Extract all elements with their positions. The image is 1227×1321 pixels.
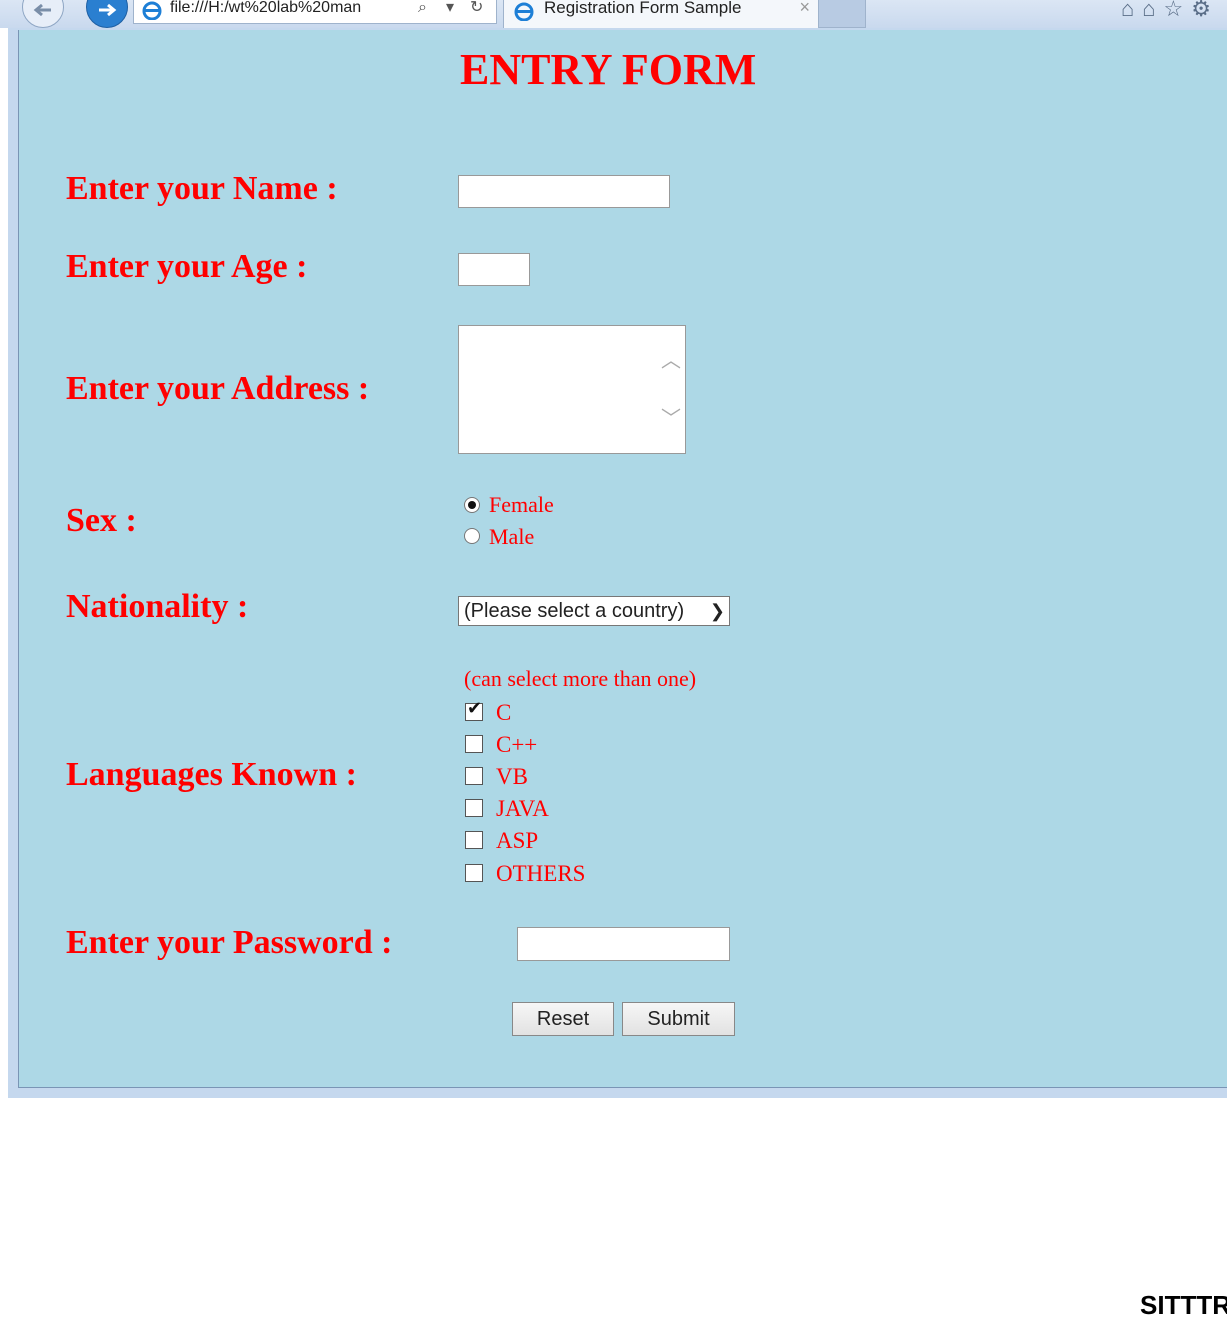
back-button[interactable] bbox=[22, 0, 64, 28]
checkmark-icon: ✔ bbox=[467, 698, 483, 718]
languages-label: Languages Known : bbox=[66, 756, 357, 793]
age-label: Enter your Age : bbox=[66, 248, 308, 285]
address-label: Enter your Address : bbox=[66, 370, 370, 407]
toolbar-icons: ⌂⌂☆⚙ bbox=[1121, 0, 1219, 22]
nationality-label: Nationality : bbox=[66, 588, 249, 625]
address-bar[interactable]: file:///H:/wt%20lab%20man ⌕ ▾ ↻ bbox=[133, 0, 497, 24]
submit-button[interactable]: Submit bbox=[622, 1002, 735, 1036]
gear-icon[interactable]: ⚙ bbox=[1191, 0, 1219, 21]
page-title: ENTRY FORM bbox=[460, 45, 757, 94]
chevron-down-icon: ❯ bbox=[709, 601, 725, 621]
favorites-star-icon[interactable]: ☆ bbox=[1164, 0, 1192, 21]
checkbox-c-label: C bbox=[496, 700, 512, 725]
footer-text: SITTTR bbox=[1140, 1290, 1227, 1320]
checkbox-vb-label: VB bbox=[496, 764, 528, 789]
address-textarea[interactable]: ︿ ﹀ bbox=[458, 325, 686, 454]
ie-icon bbox=[514, 2, 534, 21]
checkbox-cpp-label: C++ bbox=[496, 732, 538, 757]
password-input[interactable] bbox=[517, 927, 730, 961]
search-icon[interactable]: ⌕ bbox=[418, 0, 427, 18]
checkbox-java-label: JAVA bbox=[496, 796, 549, 821]
forward-arrow-icon bbox=[99, 3, 117, 17]
scroll-up-icon[interactable]: ︿ bbox=[661, 344, 681, 373]
scroll-down-icon[interactable]: ﹀ bbox=[661, 402, 681, 431]
browser-toolbar: file:///H:/wt%20lab%20man ⌕ ▾ ↻ Registra… bbox=[0, 0, 1227, 29]
new-tab-button[interactable] bbox=[818, 0, 866, 28]
checkbox-others[interactable] bbox=[465, 864, 483, 882]
radio-male-label: Male bbox=[489, 524, 535, 549]
ie-icon bbox=[142, 1, 162, 20]
nationality-select[interactable]: (Please select a country) ❯ bbox=[458, 596, 730, 626]
browser-tab[interactable]: Registration Form Sample × bbox=[503, 0, 819, 29]
tab-title: Registration Form Sample bbox=[544, 0, 742, 17]
age-input[interactable] bbox=[458, 253, 530, 286]
checkbox-c[interactable]: ✔ bbox=[465, 698, 483, 721]
back-arrow-icon bbox=[33, 3, 51, 17]
radio-female-label: Female bbox=[489, 492, 554, 517]
dropdown-icon[interactable]: ▾ bbox=[446, 0, 454, 18]
languages-hint: (can select more than one) bbox=[464, 666, 697, 691]
checkbox-vb[interactable] bbox=[465, 767, 483, 785]
radio-male[interactable] bbox=[464, 528, 480, 544]
sex-label: Sex : bbox=[66, 502, 137, 539]
close-tab-icon[interactable]: × bbox=[799, 0, 810, 18]
name-input[interactable] bbox=[458, 175, 670, 208]
reset-button[interactable]: Reset bbox=[512, 1002, 614, 1036]
address-url: file:///H:/wt%20lab%20man bbox=[170, 0, 362, 16]
home-icon[interactable]: ⌂ bbox=[1121, 0, 1142, 21]
forward-button[interactable] bbox=[86, 0, 128, 28]
checkbox-cpp[interactable] bbox=[465, 735, 483, 753]
checkbox-others-label: OTHERS bbox=[496, 861, 586, 886]
checkbox-asp-label: ASP bbox=[496, 828, 539, 853]
name-label: Enter your Name : bbox=[66, 170, 338, 207]
password-label: Enter your Password : bbox=[66, 924, 393, 961]
checkbox-java[interactable] bbox=[465, 799, 483, 817]
nationality-selected: (Please select a country) bbox=[464, 600, 685, 622]
page-content: ENTRY FORM Enter your Name : Enter your … bbox=[18, 30, 1227, 1088]
refresh-icon[interactable]: ↻ bbox=[470, 0, 483, 18]
radio-female[interactable] bbox=[464, 497, 480, 513]
home-icon[interactable]: ⌂ bbox=[1142, 0, 1163, 21]
checkbox-asp[interactable] bbox=[465, 831, 483, 849]
